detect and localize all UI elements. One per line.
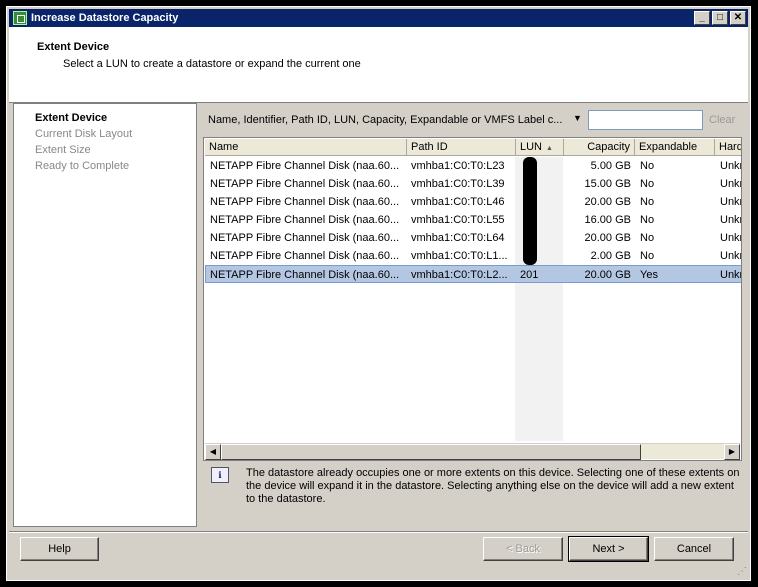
cell-expandable: No xyxy=(640,250,655,262)
horizontal-scrollbar[interactable]: ◀ ▶ xyxy=(205,443,740,460)
cell-expandable: No xyxy=(640,196,655,208)
cell-lun: 201 xyxy=(520,269,539,281)
cell-name: NETAPP Fibre Channel Disk (naa.60... xyxy=(210,232,400,244)
table-row[interactable]: NETAPP Fibre Channel Disk (naa.60... vmh… xyxy=(205,193,742,211)
cell-capacity: 16.00 GB xyxy=(584,214,631,226)
cell-expandable: No xyxy=(640,160,655,172)
step-extent-device[interactable]: Extent Device xyxy=(35,112,107,124)
cell-hardware-acceleration: Unkr xyxy=(720,232,742,244)
column-header-lun[interactable]: LUN ▲ xyxy=(516,139,564,156)
page-subtitle: Select a LUN to create a datastore or ex… xyxy=(63,58,361,70)
vsphere-app-icon xyxy=(13,11,27,25)
cell-hardware-acceleration: Unkr xyxy=(720,214,742,226)
next-button[interactable]: Next > xyxy=(568,536,649,562)
table-row[interactable]: NETAPP Fibre Channel Disk (naa.60... vmh… xyxy=(205,229,742,247)
cell-capacity: 20.00 GB xyxy=(584,196,631,208)
step-extent-size: Extent Size xyxy=(35,144,91,156)
page-title: Extent Device xyxy=(37,41,110,53)
table-row[interactable]: NETAPP Fibre Channel Disk (naa.60... vmh… xyxy=(205,157,742,175)
step-current-disk-layout: Current Disk Layout xyxy=(35,128,133,140)
clear-filter-link[interactable]: Clear xyxy=(709,114,735,126)
help-button[interactable]: Help xyxy=(20,537,99,561)
cell-capacity: 20.00 GB xyxy=(584,232,631,244)
cell-hardware-acceleration: Unkr xyxy=(720,196,742,208)
cell-capacity: 15.00 GB xyxy=(584,178,631,190)
sort-ascending-icon: ▲ xyxy=(546,145,553,152)
cell-capacity: 20.00 GB xyxy=(584,269,631,281)
wizard-steps-panel: Extent Device Current Disk Layout Extent… xyxy=(13,103,197,527)
title-bar: Increase Datastore Capacity _ □ ✕ xyxy=(9,9,748,27)
cell-name: NETAPP Fibre Channel Disk (naa.60... xyxy=(210,196,400,208)
info-message: The datastore already occupies one or mo… xyxy=(246,467,740,505)
cell-name: NETAPP Fibre Channel Disk (naa.60... xyxy=(210,214,400,226)
step-ready-to-complete: Ready to Complete xyxy=(35,160,130,172)
window-title: Increase Datastore Capacity xyxy=(31,12,179,24)
cell-name: NETAPP Fibre Channel Disk (naa.60... xyxy=(210,160,400,172)
cell-path-id: vmhba1:C0:T0:L64 xyxy=(411,232,505,244)
table-row[interactable]: NETAPP Fibre Channel Disk (naa.60... vmh… xyxy=(205,175,742,193)
wizard-window: Increase Datastore Capacity _ □ ✕ Extent… xyxy=(6,6,751,581)
info-panel: ℹ The datastore already occupies one or … xyxy=(203,463,743,513)
cell-path-id: vmhba1:C0:T0:L2... xyxy=(411,269,508,281)
minimize-icon[interactable]: _ xyxy=(694,11,710,25)
column-header-name[interactable]: Name xyxy=(205,139,407,156)
button-separator xyxy=(9,531,748,533)
table-row-selected[interactable]: NETAPP Fibre Channel Disk (naa.60... vmh… xyxy=(205,265,742,283)
cell-expandable: Yes xyxy=(640,269,658,281)
cell-path-id: vmhba1:C0:T0:L23 xyxy=(411,160,505,172)
cell-path-id: vmhba1:C0:T0:L1... xyxy=(411,250,508,262)
column-header-path-id[interactable]: Path ID xyxy=(407,139,516,156)
wizard-header: Extent Device Select a LUN to create a d… xyxy=(9,27,748,103)
cell-path-id: vmhba1:C0:T0:L55 xyxy=(411,214,505,226)
cell-name: NETAPP Fibre Channel Disk (naa.60... xyxy=(210,178,400,190)
close-icon[interactable]: ✕ xyxy=(730,11,746,25)
cancel-button[interactable]: Cancel xyxy=(654,537,734,561)
back-button[interactable]: < Back xyxy=(483,537,563,561)
cell-name: NETAPP Fibre Channel Disk (naa.60... xyxy=(210,250,400,262)
table-header: Name Path ID LUN ▲ Capacity Expandable Ha… xyxy=(205,139,741,156)
cell-path-id: vmhba1:C0:T0:L39 xyxy=(411,178,505,190)
column-header-capacity[interactable]: Capacity xyxy=(564,139,635,156)
cell-name: NETAPP Fibre Channel Disk (naa.60... xyxy=(210,269,400,281)
cell-hardware-acceleration: Unkr xyxy=(720,269,742,281)
column-header-hardware-acceleration[interactable]: Hard xyxy=(715,139,741,156)
cell-path-id: vmhba1:C0:T0:L46 xyxy=(411,196,505,208)
table-row[interactable]: NETAPP Fibre Channel Disk (naa.60... vmh… xyxy=(205,211,742,229)
cell-expandable: No xyxy=(640,232,655,244)
cell-hardware-acceleration: Unkr xyxy=(720,178,742,190)
scroll-left-icon[interactable]: ◀ xyxy=(205,444,221,460)
filter-field-selector[interactable]: Name, Identifier, Path ID, LUN, Capacity… xyxy=(208,114,562,126)
redaction-mark xyxy=(523,157,537,265)
filter-bar: Name, Identifier, Path ID, LUN, Capacity… xyxy=(203,109,743,131)
column-header-expandable[interactable]: Expandable xyxy=(635,139,715,156)
cell-hardware-acceleration: Unkr xyxy=(720,250,742,262)
cell-expandable: No xyxy=(640,178,655,190)
maximize-icon[interactable]: □ xyxy=(712,11,728,25)
resize-grip-icon[interactable]: ⋰ xyxy=(737,566,747,577)
cell-expandable: No xyxy=(640,214,655,226)
table-row[interactable]: NETAPP Fibre Channel Disk (naa.60... vmh… xyxy=(205,247,742,265)
cell-capacity: 2.00 GB xyxy=(590,250,631,262)
dropdown-arrow-icon[interactable]: ▼ xyxy=(573,113,582,123)
filter-input[interactable] xyxy=(588,110,703,130)
lun-table: Name Path ID LUN ▲ Capacity Expandable Ha… xyxy=(203,137,742,461)
cell-hardware-acceleration: Unkr xyxy=(720,160,742,172)
cell-capacity: 5.00 GB xyxy=(590,160,631,172)
info-icon: ℹ xyxy=(211,467,229,483)
scrollbar-thumb[interactable] xyxy=(221,444,641,460)
scroll-right-icon[interactable]: ▶ xyxy=(724,444,740,460)
